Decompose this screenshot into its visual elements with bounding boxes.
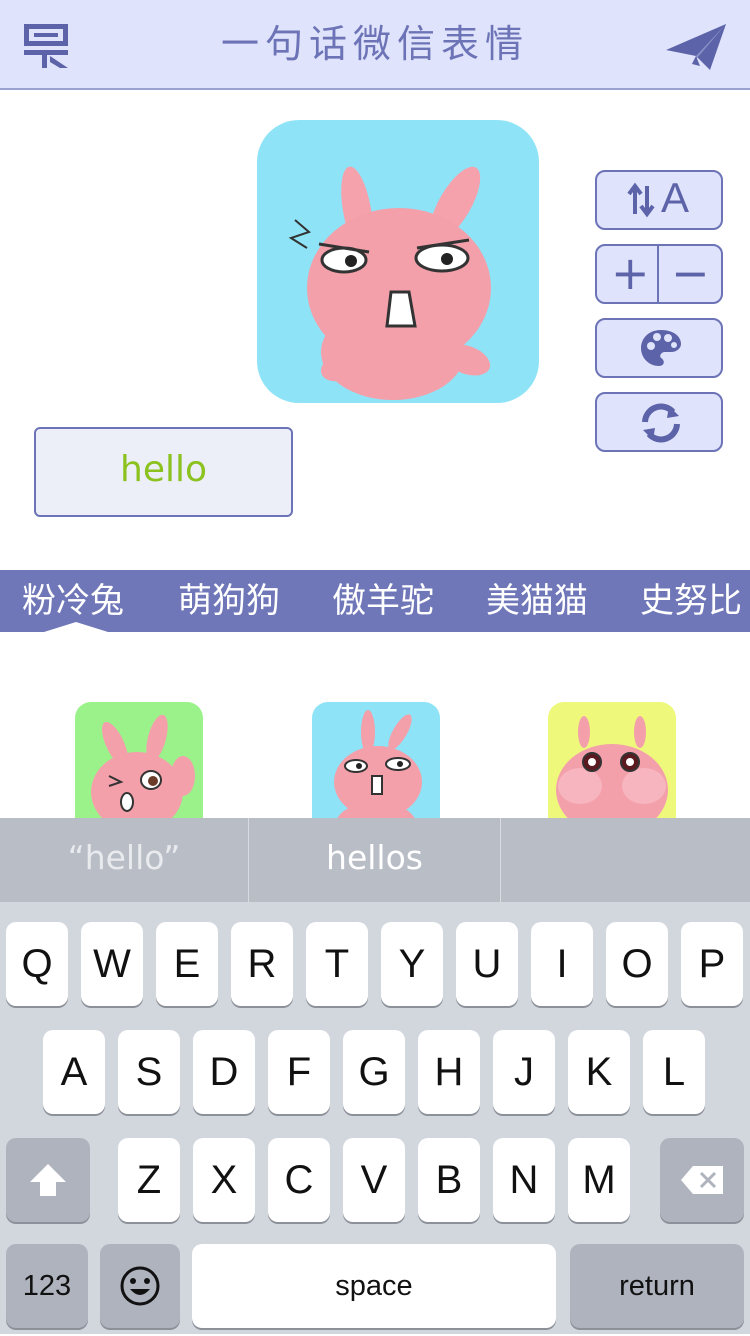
key-p[interactable]: P <box>681 922 743 1006</box>
menu-list-icon[interactable] <box>20 18 76 74</box>
app-title: 一句话微信表情 <box>220 22 529 66</box>
key-e[interactable]: E <box>156 922 218 1006</box>
tab-category-3[interactable]: 傲羊驼 <box>332 570 434 632</box>
key-c[interactable]: C <box>268 1138 330 1222</box>
key-t[interactable]: T <box>306 922 368 1006</box>
font-style-button[interactable]: A <box>595 170 723 230</box>
key-m[interactable]: M <box>568 1138 630 1222</box>
key-a[interactable]: A <box>43 1030 105 1114</box>
key-i[interactable]: I <box>531 922 593 1006</box>
return-key[interactable]: return <box>570 1244 744 1328</box>
key-y[interactable]: Y <box>381 922 443 1006</box>
delete-key[interactable] <box>660 1138 744 1222</box>
key-q[interactable]: Q <box>6 922 68 1006</box>
key-g[interactable]: G <box>343 1030 405 1114</box>
autocorrect-suggestion-bar: “hello” hellos <box>0 818 750 902</box>
on-screen-keyboard: Q W E R T Y U I O P A S D F G H J K L Z … <box>0 902 750 1334</box>
palette-icon <box>641 330 681 366</box>
font-letter-label: A <box>661 174 690 221</box>
tab-category-5[interactable]: 史努比 <box>640 570 742 632</box>
tab-category-2[interactable]: 萌狗狗 <box>178 570 280 632</box>
text-size-control: + − <box>595 244 723 304</box>
key-h[interactable]: H <box>418 1030 480 1114</box>
caption-text-input[interactable]: hello <box>34 427 293 517</box>
key-u[interactable]: U <box>456 922 518 1006</box>
sticker-preview <box>257 120 539 403</box>
key-z[interactable]: Z <box>118 1138 180 1222</box>
key-r[interactable]: R <box>231 922 293 1006</box>
key-k[interactable]: K <box>568 1030 630 1114</box>
refresh-icon <box>642 403 680 443</box>
shift-key[interactable] <box>6 1138 90 1222</box>
suggestion-2[interactable]: hellos <box>249 818 500 902</box>
key-x[interactable]: X <box>193 1138 255 1222</box>
app-header: 一句话微信表情 <box>0 0 750 90</box>
key-w[interactable]: W <box>81 922 143 1006</box>
numbers-key[interactable]: 123 <box>6 1244 88 1328</box>
color-picker-button[interactable] <box>595 318 723 378</box>
paper-plane-icon[interactable] <box>664 20 728 74</box>
refresh-button[interactable] <box>595 392 723 452</box>
increase-size-button[interactable]: + <box>611 246 650 300</box>
emoji-key[interactable] <box>100 1244 180 1328</box>
suggestion-1[interactable]: “hello” <box>0 818 248 902</box>
decrease-size-button[interactable]: − <box>671 246 710 300</box>
key-j[interactable]: J <box>493 1030 555 1114</box>
divider <box>657 246 659 302</box>
space-key[interactable]: space <box>192 1244 556 1328</box>
key-f[interactable]: F <box>268 1030 330 1114</box>
category-tab-bar: 粉冷兔 萌狗狗 傲羊驼 美猫猫 史努比 <box>0 570 750 632</box>
tab-category-4[interactable]: 美猫猫 <box>486 570 588 632</box>
shift-arrow-icon <box>30 1164 66 1196</box>
key-d[interactable]: D <box>193 1030 255 1114</box>
key-b[interactable]: B <box>418 1138 480 1222</box>
key-n[interactable]: N <box>493 1138 555 1222</box>
key-s[interactable]: S <box>118 1030 180 1114</box>
key-v[interactable]: V <box>343 1138 405 1222</box>
key-l[interactable]: L <box>643 1030 705 1114</box>
swap-arrows-icon <box>627 182 655 218</box>
suggestion-3[interactable] <box>501 818 750 902</box>
angry-bunny-illustration <box>288 166 491 400</box>
key-o[interactable]: O <box>606 922 668 1006</box>
emoji-smile-icon <box>120 1266 160 1306</box>
active-tab-indicator <box>44 622 108 632</box>
backspace-icon <box>681 1166 723 1194</box>
